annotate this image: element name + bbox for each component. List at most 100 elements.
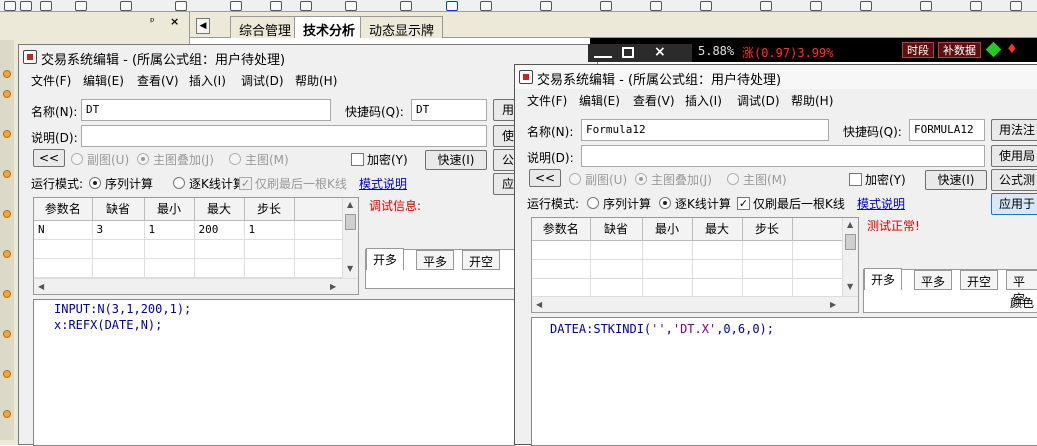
formula-test-button[interactable]: 公式测 <box>991 169 1037 191</box>
param-cell[interactable]: 3 <box>92 220 145 240</box>
mode-help-link[interactable]: 模式说明 <box>359 175 407 192</box>
overlay-radio[interactable] <box>137 153 149 165</box>
tab-open-short[interactable]: 开空 <box>960 270 999 290</box>
use-scope-button[interactable]: 使用局 <box>991 145 1037 167</box>
tab-close-long[interactable]: 平多 <box>416 250 455 270</box>
toolbar-icon[interactable] <box>345 1 357 11</box>
tab-scroll-left-icon[interactable]: ◀ <box>196 18 210 34</box>
bar-calc-radio[interactable] <box>173 177 185 189</box>
toolbar-icon[interactable] <box>4 1 16 11</box>
toolbar-icon[interactable] <box>175 1 187 11</box>
tree-node-icon[interactable] <box>3 90 11 98</box>
toolbar-icon[interactable] <box>760 1 772 11</box>
code-editor[interactable]: DATEA:STKINDI('','DT.X',0,6,0); <box>531 317 1037 446</box>
refresh-last-checkbox[interactable]: ✓ <box>239 177 252 190</box>
close-icon[interactable]: × <box>170 15 179 28</box>
name-input[interactable]: DT <box>81 99 331 121</box>
param-cell[interactable]: 1 <box>144 220 195 240</box>
toolbar-icon[interactable] <box>400 1 412 11</box>
toolbar-icon[interactable] <box>650 1 662 11</box>
table-row[interactable] <box>532 278 843 298</box>
close-icon[interactable]: × <box>654 44 666 60</box>
table-row[interactable] <box>532 259 843 279</box>
code-line[interactable]: INPUT:N(3,1,200,1); <box>54 302 191 316</box>
scroll-thumb[interactable] <box>345 214 356 230</box>
scroll-left-icon[interactable]: ◀ <box>536 300 542 309</box>
toolbar-icon[interactable] <box>700 1 712 11</box>
quick-button[interactable]: 快速(I) <box>925 170 987 190</box>
scroll-up-icon[interactable]: ▲ <box>347 200 353 209</box>
fill-data-button[interactable]: 补数据 <box>938 42 981 58</box>
period-button[interactable]: 时段 <box>902 42 934 58</box>
scroll-right-icon[interactable]: ▶ <box>330 282 336 291</box>
collapse-button[interactable]: << <box>529 169 561 187</box>
tab-close-short[interactable]: 平空 <box>1006 270 1037 306</box>
toolbar-icon[interactable] <box>230 1 242 11</box>
tree-node-icon[interactable] <box>3 290 11 298</box>
toolbar-icon[interactable] <box>540 1 552 11</box>
tree-node-icon[interactable] <box>3 170 11 178</box>
apply-to-button[interactable]: 应用于 <box>991 193 1037 215</box>
tab-technical-analysis[interactable]: 技术分析 <box>294 16 365 39</box>
encrypt-checkbox[interactable] <box>351 153 364 166</box>
scroll-up-icon[interactable]: ▲ <box>847 220 853 229</box>
tab-close-long[interactable]: 平多 <box>914 270 953 290</box>
menu-view[interactable]: 查看(V) <box>633 92 675 109</box>
menu-edit[interactable]: 编辑(E) <box>579 92 620 109</box>
scroll-thumb[interactable] <box>845 234 856 250</box>
tab-overview[interactable]: 综合管理 <box>230 16 301 39</box>
menu-debug[interactable]: 调试(D) <box>241 72 284 89</box>
table-row[interactable]: N 3 1 200 1 <box>34 220 345 240</box>
menu-view[interactable]: 查看(V) <box>137 72 179 89</box>
subchart-radio[interactable] <box>569 173 581 185</box>
param-cell[interactable]: N <box>34 220 93 240</box>
mode-help-link[interactable]: 模式说明 <box>857 195 905 212</box>
toolbar-icon[interactable] <box>970 1 982 11</box>
param-vscroll[interactable]: ▲ ▼ <box>842 218 858 296</box>
tree-node-icon[interactable] <box>3 250 11 258</box>
shortcut-input[interactable]: DT <box>411 99 487 121</box>
toolbar-icon[interactable] <box>75 1 87 11</box>
toolbar-icon[interactable] <box>1010 1 1022 11</box>
subchart-radio[interactable] <box>71 153 83 165</box>
toolbar-icon[interactable] <box>480 1 492 11</box>
param-vscroll[interactable]: ▲ ▼ <box>342 198 358 278</box>
tree-node-icon[interactable] <box>3 330 11 338</box>
name-input[interactable]: Formula12 <box>581 119 829 141</box>
desc-input[interactable] <box>81 125 487 147</box>
tree-node-icon[interactable] <box>3 130 11 138</box>
scroll-right-icon[interactable]: ▶ <box>830 300 836 309</box>
table-row[interactable] <box>34 239 345 259</box>
menu-help[interactable]: 帮助(H) <box>295 72 337 89</box>
toolbar-icon[interactable] <box>600 1 612 11</box>
bar-calc-radio[interactable] <box>659 197 671 209</box>
code-line[interactable]: x:REFX(DATE,N); <box>54 318 162 332</box>
param-hscroll[interactable]: ◀ ▶ <box>532 296 858 312</box>
series-calc-radio[interactable] <box>89 177 101 189</box>
maximize-icon[interactable] <box>622 47 634 58</box>
tree-node-icon[interactable] <box>3 70 11 78</box>
toolbar-icon[interactable] <box>40 1 52 11</box>
pin-icon[interactable]: ᵖ <box>150 15 155 28</box>
toolbar-icon[interactable] <box>270 1 282 11</box>
tab-dynamic-board[interactable]: 动态显示牌 <box>360 16 444 39</box>
tab-open-long[interactable]: 开多 <box>864 268 903 290</box>
series-calc-radio[interactable] <box>587 197 599 209</box>
param-cell[interactable]: 200 <box>194 220 245 240</box>
desc-input[interactable] <box>581 145 985 167</box>
tree-node-icon[interactable] <box>3 370 11 378</box>
toolbar-icon[interactable] <box>920 1 932 11</box>
toolbar-icon[interactable] <box>20 1 32 11</box>
tab-open-long[interactable]: 开多 <box>366 248 405 270</box>
scroll-down-icon[interactable]: ▼ <box>847 282 853 291</box>
toolbar-icon[interactable] <box>120 1 132 11</box>
param-hscroll[interactable]: ◀ ▶ <box>34 278 358 294</box>
param-cell[interactable]: 1 <box>244 220 295 240</box>
code-editor[interactable]: INPUT:N(3,1,200,1); x:REFX(DATE,N); <box>33 299 515 446</box>
shortcut-input[interactable]: FORMULA12 <box>909 119 985 141</box>
encrypt-checkbox[interactable] <box>849 173 862 186</box>
mainchart-radio[interactable] <box>229 153 241 165</box>
toolbar-icon[interactable] <box>300 1 312 11</box>
scroll-left-icon[interactable]: ◀ <box>38 282 44 291</box>
table-row[interactable] <box>34 258 345 278</box>
